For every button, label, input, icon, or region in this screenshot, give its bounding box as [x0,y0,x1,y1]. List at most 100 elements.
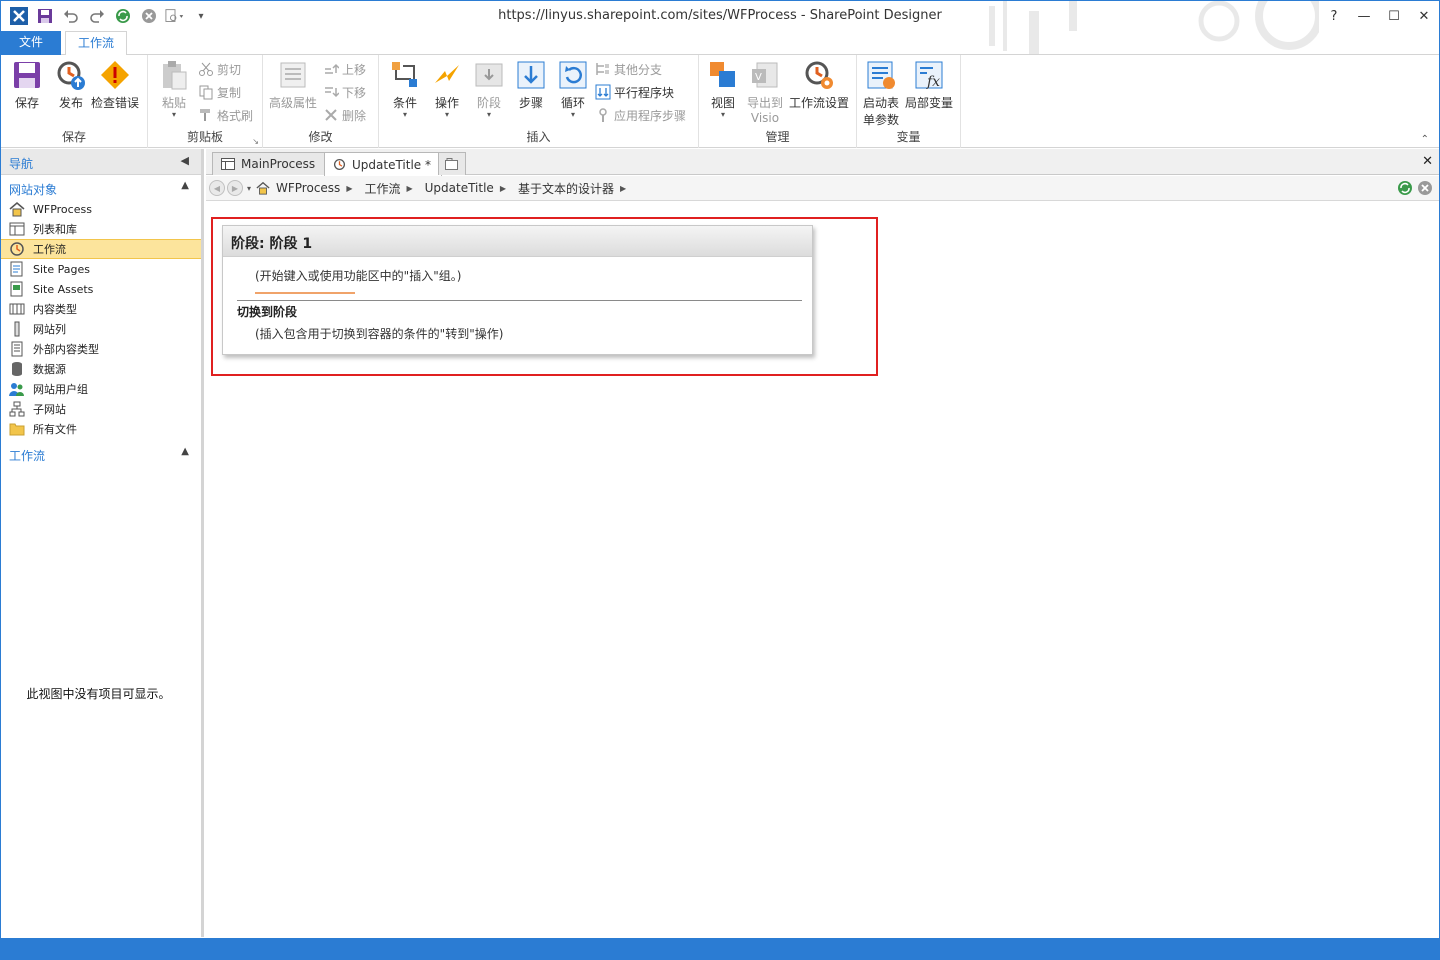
nav-item-site-groups[interactable]: 网站用户组 [1,379,201,399]
nav-item-data-sources[interactable]: 数据源 [1,359,201,379]
stage-insert-hint[interactable]: (开始键入或使用功能区中的"插入"组。) [255,267,461,284]
workflows-section[interactable]: 工作流 ▲ [1,441,201,465]
nav-item-site-pages[interactable]: Site Pages [1,259,201,279]
help-button[interactable]: ? [1319,1,1349,31]
local-variables-button[interactable]: fx 局部变量 [905,59,953,111]
scissors-icon [199,62,213,76]
save-button[interactable]: 保存 [11,59,43,111]
modify-group: 高级属性 上移 下移 删除 修改 [263,55,379,148]
chevron-right-icon[interactable]: ▶ [500,184,506,193]
workflow-settings-button[interactable]: 工作流设置 [789,59,849,111]
close-button[interactable]: ✕ [1409,1,1439,31]
nav-item-content-types[interactable]: 内容类型 [1,299,201,319]
site-objects-section[interactable]: 网站对象 ▲ [1,175,201,199]
else-branch-button[interactable]: 其他分支 [595,59,662,79]
move-up-icon [325,63,339,74]
workflow-icon [10,242,24,256]
loop-icon [559,61,587,89]
breadcrumb-item-updatetitle[interactable]: UpdateTitle [425,181,494,195]
export-visio-button[interactable]: V 导出到 Visio [747,59,783,125]
loop-button[interactable]: 循环 ▾ [557,59,589,119]
breadcrumb: ◀ ▶ ▾ WFProcess ▶ 工作流 ▶ UpdateTitle ▶ 基于… [206,176,1439,201]
move-down-icon [325,87,339,98]
new-tab-icon [445,158,458,170]
tab-file[interactable]: 文件 [1,31,61,55]
format-painter-button[interactable]: 格式刷 [198,105,253,125]
app-step-icon [599,108,607,122]
breadcrumb-item-workflows[interactable]: 工作流 [364,180,400,197]
step-button[interactable]: 步骤 [515,59,547,111]
chevron-right-icon[interactable]: ▶ [620,184,626,193]
advanced-properties-button[interactable]: 高级属性 [269,59,317,111]
assets-icon [10,281,23,297]
nav-item-lists[interactable]: 列表和库 [1,219,201,239]
new-tab-button[interactable] [438,152,466,175]
views-button[interactable]: 视图 ▾ [707,59,739,119]
nav-header: 导航 ◀ [1,149,201,175]
back-button[interactable]: ◀ [209,180,225,196]
dropdown-arrow-icon: ▾ [486,110,491,119]
collapse-ribbon-icon[interactable]: ⌃ [1421,134,1429,145]
stage-title[interactable]: 阶段: 阶段 1 [223,226,812,257]
parallel-block-button[interactable]: 平行程序块 [595,82,674,102]
chevron-right-icon[interactable]: ▶ [406,184,412,193]
dialog-launcher-icon[interactable]: ↘ [252,137,259,146]
lightning-icon [435,65,459,83]
dropdown-arrow-icon: ▾ [171,110,176,119]
cut-button[interactable]: 剪切 [198,59,241,79]
clipboard-group: 粘贴 ▾ 剪切 复制 格式刷 剪贴板 ↘ [148,55,263,148]
check-errors-button[interactable]: 检查错误 [91,59,139,111]
stage-block[interactable]: 阶段: 阶段 1 (开始键入或使用功能区中的"插入"组。) 切换到阶段 (插入包… [222,225,813,355]
publish-button[interactable]: 发布 [55,59,87,111]
refresh-icon[interactable] [1397,180,1413,196]
copy-button[interactable]: 复制 [198,82,241,102]
brush-icon [200,109,210,121]
external-content-icon [11,341,23,357]
close-document-icon[interactable]: ✕ [1422,154,1433,169]
window-title: https://linyus.sharepoint.com/sites/WFPr… [498,8,942,23]
nav-item-site-assets[interactable]: Site Assets [1,279,201,299]
tab-updatetitle[interactable]: UpdateTitle * [324,152,442,176]
nav-item-external-content-types[interactable]: 外部内容类型 [1,339,201,359]
content-type-icon [9,303,25,315]
transition-insert-hint[interactable]: (插入包含用于切换到容器的条件的"转到"操作) [255,325,503,342]
forward-button[interactable]: ▶ [227,180,243,196]
collapse-nav-icon[interactable]: ◀ [181,154,189,167]
stage-button[interactable]: 阶段 ▾ [473,59,505,119]
database-icon [12,362,22,376]
breadcrumb-item-text-designer[interactable]: 基于文本的设计器 [518,180,614,197]
folder-icon [9,423,25,436]
move-down-button[interactable]: 下移 [323,82,366,102]
insert-group-label: 插入 [526,130,551,144]
column-icon [14,321,20,337]
manage-group-label: 管理 [765,130,790,144]
chevron-up-icon[interactable]: ▲ [181,446,189,457]
nav-item-wfprocess[interactable]: WFProcess [1,199,201,219]
init-form-params-button[interactable]: 启动表 单参数 [863,59,899,128]
workflow-designer-canvas[interactable]: 阶段: 阶段 1 (开始键入或使用功能区中的"插入"组。) 切换到阶段 (插入包… [206,202,1439,937]
chevron-right-icon[interactable]: ▶ [346,184,352,193]
condition-button[interactable]: 条件 ▾ [389,59,421,119]
history-dropdown-icon[interactable]: ▾ [247,184,251,193]
breadcrumb-actions [1397,180,1433,196]
tab-mainprocess[interactable]: MainProcess [212,152,327,175]
paste-icon [163,61,187,90]
minimize-button[interactable]: — [1349,1,1379,31]
action-button[interactable]: 操作 ▾ [431,59,463,119]
workflow-settings-icon [805,61,833,89]
breadcrumb-item-wfprocess[interactable]: WFProcess [256,181,340,195]
delete-button[interactable]: 删除 [323,105,366,125]
tab-workflow[interactable]: 工作流 [65,31,127,56]
nav-item-site-columns[interactable]: 网站列 [1,319,201,339]
save-icon [14,62,40,88]
step-icon [517,61,545,89]
nav-item-all-files[interactable]: 所有文件 [1,419,201,439]
move-up-button[interactable]: 上移 [323,59,366,79]
nav-item-workflows[interactable]: 工作流 [1,239,201,259]
app-step-button[interactable]: 应用程序步骤 [595,105,686,125]
nav-item-subsites[interactable]: 子网站 [1,399,201,419]
chevron-up-icon[interactable]: ▲ [181,180,189,191]
paste-button[interactable]: 粘贴 ▾ [158,59,190,119]
stop-icon[interactable] [1417,180,1433,196]
maximize-button[interactable]: ☐ [1379,1,1409,31]
